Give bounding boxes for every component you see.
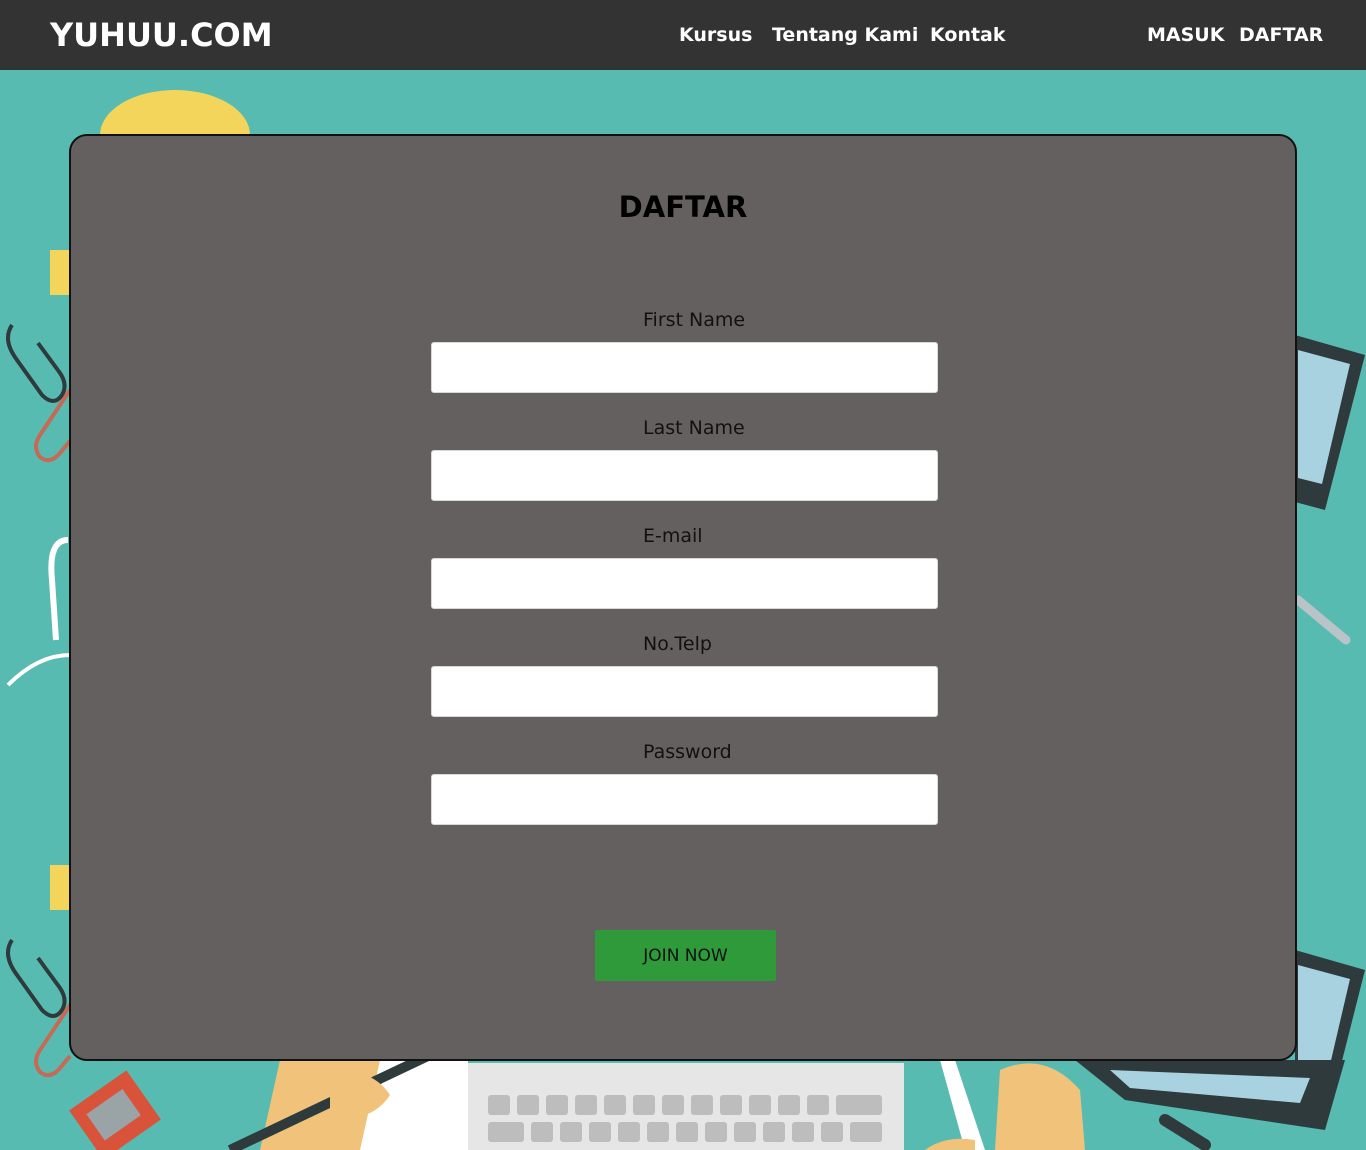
register-link[interactable]: DAFTAR (1239, 24, 1323, 46)
email-field[interactable] (431, 558, 938, 609)
first-name-field[interactable] (431, 342, 938, 393)
phone-label: No.Telp (643, 633, 712, 655)
phone-field[interactable] (431, 666, 938, 717)
top-navbar: YUHUU.COM Kursus Tentang Kami Kontak MAS… (0, 0, 1366, 70)
password-field[interactable] (431, 774, 938, 825)
site-logo[interactable]: YUHUU.COM (50, 16, 273, 54)
last-name-field[interactable] (431, 450, 938, 501)
join-now-button[interactable]: JOIN NOW (595, 930, 776, 981)
nav-link-kursus[interactable]: Kursus (679, 24, 752, 46)
email-label: E-mail (643, 525, 703, 547)
last-name-label: Last Name (643, 417, 745, 439)
first-name-label: First Name (643, 309, 746, 331)
nav-link-kontak[interactable]: Kontak (930, 24, 1006, 46)
form-title: DAFTAR (618, 190, 748, 224)
registration-card: DAFTAR First Name Last Name E-mail No.Te… (69, 134, 1297, 1061)
login-link[interactable]: MASUK (1147, 24, 1224, 46)
nav-link-tentang-kami[interactable]: Tentang Kami (772, 24, 918, 46)
password-label: Password (643, 741, 732, 763)
